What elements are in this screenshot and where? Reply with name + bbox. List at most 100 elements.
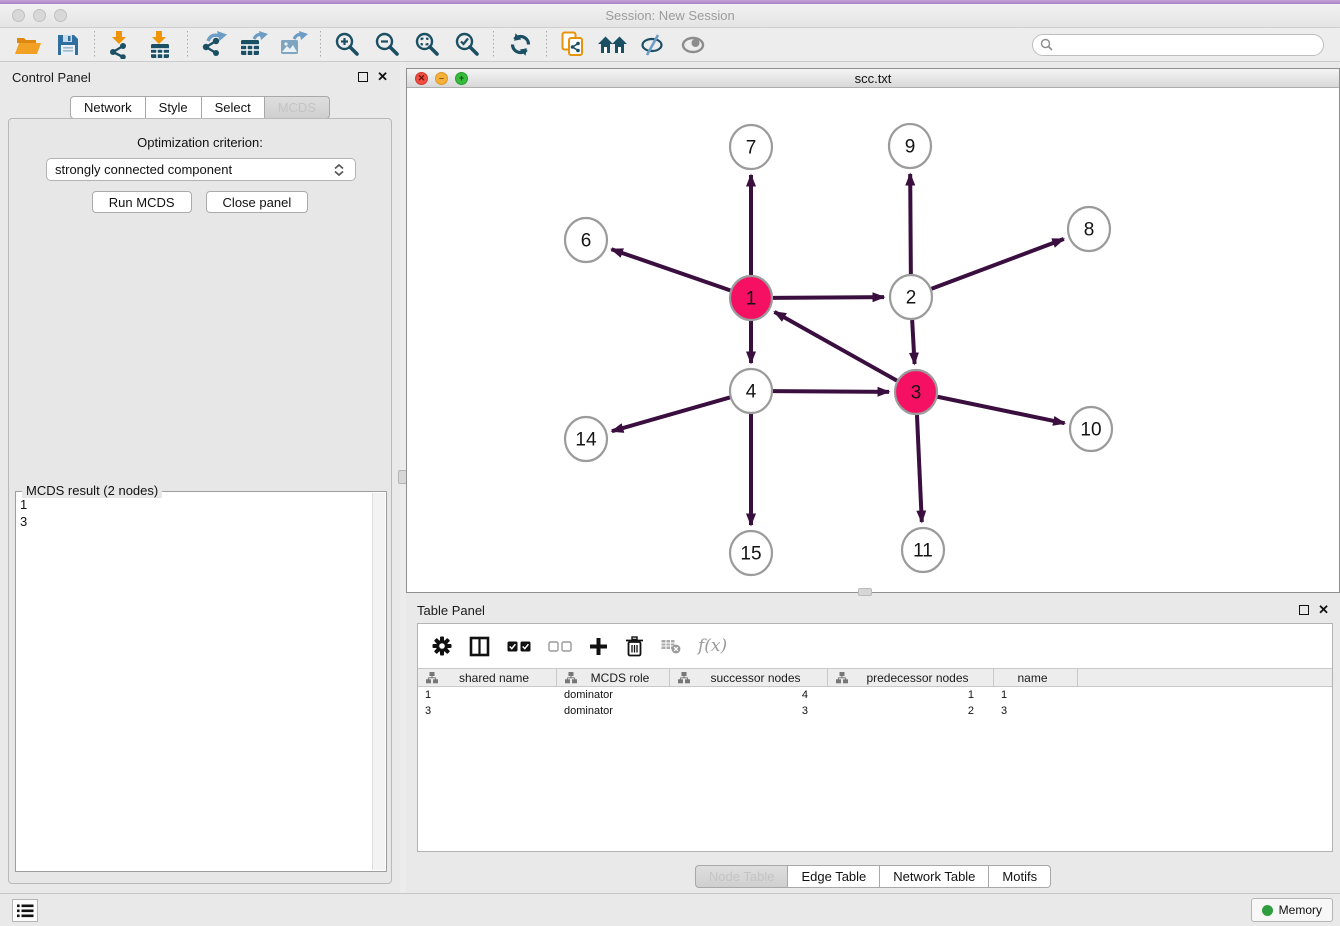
home-button[interactable] bbox=[593, 29, 633, 61]
zoom-selected-button[interactable] bbox=[447, 29, 487, 61]
graph-node-10[interactable]: 10 bbox=[1070, 407, 1112, 451]
search-field[interactable] bbox=[1032, 34, 1324, 56]
settings-gear-icon[interactable] bbox=[432, 636, 452, 656]
add-column-icon[interactable] bbox=[589, 637, 608, 656]
refresh-icon bbox=[508, 32, 533, 57]
graph-node-4[interactable]: 4 bbox=[730, 369, 772, 413]
export-network-button[interactable] bbox=[194, 29, 234, 61]
memory-status-icon bbox=[1262, 905, 1273, 916]
cell-predecessor-nodes[interactable]: 1 bbox=[828, 687, 994, 703]
unselect-all-icon[interactable] bbox=[548, 641, 572, 652]
zoom-fit-button[interactable] bbox=[407, 29, 447, 61]
cell-predecessor-nodes[interactable]: 2 bbox=[828, 703, 994, 719]
cell-MCDS-role[interactable]: dominator bbox=[557, 703, 670, 719]
save-session-button[interactable] bbox=[48, 29, 88, 61]
clone-network-icon bbox=[561, 31, 585, 58]
hierarchy-icon bbox=[836, 672, 848, 684]
export-table-button[interactable] bbox=[234, 29, 274, 61]
application-window: Session: New Session bbox=[0, 0, 1340, 926]
delete-column-icon[interactable] bbox=[625, 636, 644, 657]
tab-select[interactable]: Select bbox=[202, 96, 265, 119]
column-header-predecessor-nodes[interactable]: predecessor nodes bbox=[828, 669, 994, 686]
open-folder-icon bbox=[15, 34, 41, 56]
graph-edge-2-9[interactable] bbox=[910, 174, 911, 274]
refresh-button[interactable] bbox=[500, 29, 540, 61]
tab-edge-table[interactable]: Edge Table bbox=[788, 865, 880, 888]
horizontal-split-grip[interactable] bbox=[858, 588, 872, 596]
import-network-button[interactable] bbox=[101, 29, 141, 61]
network-window-titlebar[interactable]: ✕ – + scc.txt bbox=[407, 69, 1339, 88]
float-table-panel-icon[interactable] bbox=[1299, 605, 1309, 615]
search-input[interactable] bbox=[1057, 36, 1323, 54]
graph-edge-1-2[interactable] bbox=[773, 297, 884, 298]
function-builder-icon[interactable]: f(x) bbox=[698, 636, 727, 656]
graph-edge-2-8[interactable] bbox=[932, 239, 1064, 289]
select-all-icon[interactable] bbox=[507, 641, 531, 652]
graph-edge-2-3[interactable] bbox=[912, 320, 914, 364]
graph-node-15[interactable]: 15 bbox=[730, 531, 772, 575]
export-image-button[interactable] bbox=[274, 29, 314, 61]
hide-graphics-button[interactable] bbox=[633, 29, 673, 61]
zoom-out-icon bbox=[374, 31, 401, 58]
column-selector-icon[interactable] bbox=[469, 636, 490, 657]
tab-network-table[interactable]: Network Table bbox=[880, 865, 989, 888]
table-panel-title: Table Panel bbox=[417, 603, 485, 618]
graph-node-label: 9 bbox=[905, 137, 916, 158]
graph-edge-3-11[interactable] bbox=[917, 415, 922, 522]
cell-shared-name[interactable]: 1 bbox=[418, 687, 557, 703]
column-header-MCDS-role[interactable]: MCDS role bbox=[557, 669, 670, 686]
close-panel-icon[interactable]: ✕ bbox=[377, 72, 388, 82]
cell-shared-name[interactable]: 3 bbox=[418, 703, 557, 719]
graph-node-6[interactable]: 6 bbox=[565, 218, 607, 262]
graph-node-8[interactable]: 8 bbox=[1068, 207, 1110, 251]
table-row[interactable]: 1dominator411 bbox=[418, 687, 1332, 703]
result-scrollbar[interactable] bbox=[372, 493, 385, 870]
network-window-title: scc.txt bbox=[407, 71, 1339, 86]
tab-mcds[interactable]: MCDS bbox=[265, 96, 330, 119]
run-mcds-button[interactable]: Run MCDS bbox=[92, 191, 192, 213]
graph-edge-3-10[interactable] bbox=[938, 397, 1065, 423]
optimization-criterion-select[interactable]: strongly connected component bbox=[46, 158, 356, 181]
toolbar-separator bbox=[320, 31, 321, 59]
graph-edge-4-14[interactable] bbox=[612, 397, 730, 431]
tab-style[interactable]: Style bbox=[146, 96, 202, 119]
close-table-panel-icon[interactable]: ✕ bbox=[1318, 605, 1329, 615]
zoom-in-button[interactable] bbox=[327, 29, 367, 61]
open-session-button[interactable] bbox=[8, 29, 48, 61]
float-panel-icon[interactable] bbox=[358, 72, 368, 82]
graph-node-9[interactable]: 9 bbox=[889, 124, 931, 168]
cell-successor-nodes[interactable]: 3 bbox=[670, 703, 828, 719]
graph-node-1[interactable]: 1 bbox=[730, 276, 772, 320]
graph-edge-1-6[interactable] bbox=[611, 249, 730, 290]
tab-node-table[interactable]: Node Table bbox=[695, 865, 789, 888]
cell-MCDS-role[interactable]: dominator bbox=[557, 687, 670, 703]
tab-motifs[interactable]: Motifs bbox=[989, 865, 1051, 888]
zoom-out-button[interactable] bbox=[367, 29, 407, 61]
graph-node-14[interactable]: 14 bbox=[565, 417, 607, 461]
graph-node-3[interactable]: 3 bbox=[895, 370, 937, 414]
graph-edge-3-1[interactable] bbox=[774, 312, 896, 381]
column-header-shared-name[interactable]: shared name bbox=[418, 669, 557, 686]
graph-node-7[interactable]: 7 bbox=[730, 125, 772, 169]
cell-successor-nodes[interactable]: 4 bbox=[670, 687, 828, 703]
cell-name[interactable]: 1 bbox=[994, 687, 1078, 703]
task-history-button[interactable] bbox=[12, 899, 38, 922]
graph-node-11[interactable]: 11 bbox=[902, 528, 944, 572]
close-panel-button[interactable]: Close panel bbox=[206, 191, 309, 213]
graph-node-2[interactable]: 2 bbox=[890, 275, 932, 319]
cell-name[interactable]: 3 bbox=[994, 703, 1078, 719]
memory-button[interactable]: Memory bbox=[1251, 898, 1333, 922]
import-table-button[interactable] bbox=[141, 29, 181, 61]
network-view-window: ✕ – + scc.txt 7 9 6 8 1 2 4 3 14 10 15 11 bbox=[406, 68, 1340, 593]
graph-edge-4-3[interactable] bbox=[773, 391, 889, 392]
column-header-name[interactable]: name bbox=[994, 669, 1078, 686]
network-canvas[interactable]: 7 9 6 8 1 2 4 3 14 10 15 11 bbox=[407, 88, 1339, 592]
show-graphics-button[interactable] bbox=[673, 29, 713, 61]
clone-network-button[interactable] bbox=[553, 29, 593, 61]
delete-table-icon[interactable] bbox=[661, 638, 681, 654]
optimization-criterion-value: strongly connected component bbox=[55, 162, 232, 177]
column-header-successor-nodes[interactable]: successor nodes bbox=[670, 669, 828, 686]
tab-network[interactable]: Network bbox=[70, 96, 146, 119]
mcds-result-text[interactable]: 1 3 bbox=[20, 496, 368, 867]
table-row[interactable]: 3dominator323 bbox=[418, 703, 1332, 719]
